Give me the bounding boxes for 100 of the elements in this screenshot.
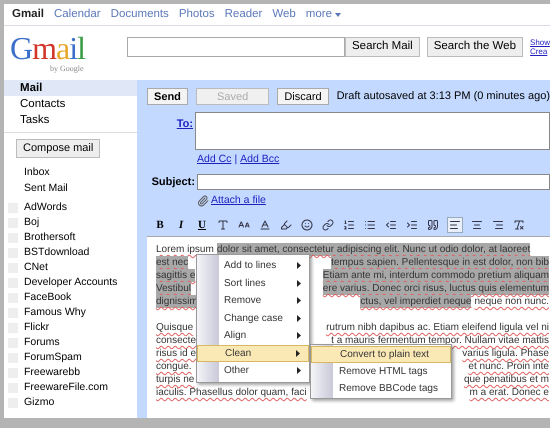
body-text: congue.	[156, 360, 192, 373]
menu-item[interactable]: Clean	[197, 344, 309, 362]
align-center-icon	[471, 219, 483, 231]
nav-link[interactable]: Web	[272, 6, 296, 24]
remove-formatting-icon	[513, 219, 525, 231]
compose-mail-button[interactable]: Compose mail	[16, 139, 100, 158]
nav-link[interactable]: more	[306, 6, 341, 24]
nav-link[interactable]: Documents	[110, 6, 169, 24]
body-text: que penatibus et m	[464, 373, 549, 386]
send-button[interactable]: Send	[147, 88, 188, 105]
nav-link[interactable]: Gmail	[12, 6, 44, 24]
submenu-arrow-icon	[297, 262, 301, 270]
menu-item[interactable]: Add to lines	[197, 257, 309, 274]
label-link[interactable]: Forums	[24, 335, 60, 350]
format-button[interactable]: I	[174, 217, 188, 233]
search-field[interactable]	[127, 37, 345, 57]
link-button[interactable]	[321, 217, 335, 233]
body-text: sagittis e	[156, 269, 196, 282]
label-link[interactable]: BSTdownload	[24, 245, 90, 260]
quote-icon	[427, 219, 439, 231]
attach-file-link[interactable]: Attach a file	[211, 193, 266, 209]
subject-label: Subject:	[150, 174, 196, 190]
caret-icon	[335, 12, 341, 16]
to-link[interactable]: To:	[147, 112, 195, 150]
menu-item[interactable]: Remove	[197, 292, 309, 310]
sidebar-item[interactable]: Tasks	[4, 112, 137, 128]
menu-item[interactable]: Sort lines	[197, 274, 309, 292]
submenu-arrow-icon	[297, 297, 301, 304]
add-bcc-link[interactable]: Add Bcc	[240, 152, 280, 168]
highlighter-icon	[280, 219, 292, 231]
menu-item[interactable]: Change case	[197, 310, 309, 327]
label-link[interactable]: Famous Why	[24, 305, 86, 320]
menu-item[interactable]: Convert to plain text	[311, 346, 451, 363]
label-link[interactable]: Freewarebb	[24, 365, 80, 380]
gmail-logo: Gmail	[10, 33, 85, 63]
label-link[interactable]: Boj	[24, 215, 40, 230]
search-mail-button[interactable]: Search Mail	[345, 37, 420, 57]
search-web-button[interactable]: Search the Web	[426, 37, 523, 57]
label-link[interactable]: FaceBook	[24, 290, 72, 305]
text-color-icon	[259, 219, 271, 231]
body-text: iaculis. Phasellus dolor quam, faci	[156, 386, 307, 399]
nav-link[interactable]: Reader	[224, 6, 262, 24]
submenu-arrow-icon	[297, 332, 301, 340]
body-text: ctus, vel imperdiet neque	[360, 295, 472, 308]
folder-link[interactable]: Inbox	[24, 164, 137, 180]
nav-link[interactable]: Photos	[178, 6, 215, 24]
sidebar-item[interactable]: Mail	[4, 80, 137, 96]
subject-field[interactable]	[197, 174, 550, 190]
menu-item[interactable]: Remove BBCode tags	[311, 380, 451, 397]
label-link[interactable]: Brothersoft	[24, 230, 76, 245]
body-text: risus id e	[156, 347, 196, 360]
body-text: est nec	[156, 256, 188, 269]
outdent-icon	[385, 219, 397, 231]
body-text: consecte	[156, 334, 196, 347]
paperclip-icon	[197, 195, 209, 208]
label-link[interactable]: Gizmo	[24, 395, 54, 410]
label-link[interactable]: Flickr	[24, 320, 50, 335]
label-link[interactable]: AdWords	[24, 200, 67, 215]
link-separator: |	[234, 152, 238, 167]
label-link[interactable]: FreewareFile.com	[24, 380, 108, 395]
discard-button[interactable]: Discard	[277, 88, 329, 105]
body-text: ere varius. Donec orci risus, luctus quis elementum	[322, 282, 549, 295]
align-left-button[interactable]	[447, 217, 463, 233]
label-link[interactable]: Developer Accounts	[24, 275, 118, 290]
submenu-arrow-icon	[297, 314, 301, 322]
font-icon	[217, 219, 229, 231]
body-text: rutrum nibh dapibus ac. Etiam eleifend ligula vel ni	[326, 321, 549, 334]
label-link[interactable]: ForumSpam	[24, 350, 82, 365]
add-cc-link[interactable]: Add Cc	[197, 152, 232, 168]
numbered-list-icon	[343, 219, 355, 231]
body-text: tempus sapien. Pellentesque in est dolor, non bib	[331, 256, 549, 269]
menu-item[interactable]: Align	[197, 327, 309, 344]
link-icon	[322, 219, 334, 231]
body-text: Etiam ante mi, interdum commodo pretium aliquam	[322, 269, 549, 282]
format-button[interactable]: B	[153, 217, 167, 233]
folder-link[interactable]: Sent Mail	[24, 180, 137, 196]
body-text: m a erat. Donec e	[470, 386, 549, 399]
format-button[interactable]: U	[195, 217, 209, 233]
body-text: t a mauris fermentum tempor. Nullam vitae mattis	[331, 334, 549, 347]
submenu-arrow-icon	[297, 367, 301, 374]
label-link[interactable]: CNet	[24, 260, 48, 275]
nav-link[interactable]: Calendar	[54, 6, 101, 24]
body-text: Lorem ipsum	[156, 243, 214, 256]
menu-item[interactable]: Other	[197, 362, 309, 380]
indent-icon	[406, 219, 418, 231]
to-field[interactable]	[195, 112, 550, 150]
smiley-button[interactable]	[300, 217, 314, 233]
logo-byline: by Google	[50, 63, 84, 75]
link[interactable]: Show	[530, 38, 550, 47]
body-text: turpis ne	[156, 373, 194, 386]
submenu-arrow-icon	[296, 350, 300, 357]
sidebar-item[interactable]: Contacts	[4, 96, 137, 112]
menu-item[interactable]: Remove HTML tags	[311, 363, 451, 380]
align-left-icon	[449, 219, 461, 231]
align-right-icon	[492, 219, 504, 231]
link[interactable]: Crea	[530, 47, 550, 56]
autosave-status: Draft autosaved at 3:13 PM (0 minutes ago)	[336, 89, 550, 104]
submenu-arrow-icon	[297, 280, 301, 287]
body-text: Vestibul	[156, 282, 192, 295]
quote-button[interactable]	[426, 217, 440, 233]
